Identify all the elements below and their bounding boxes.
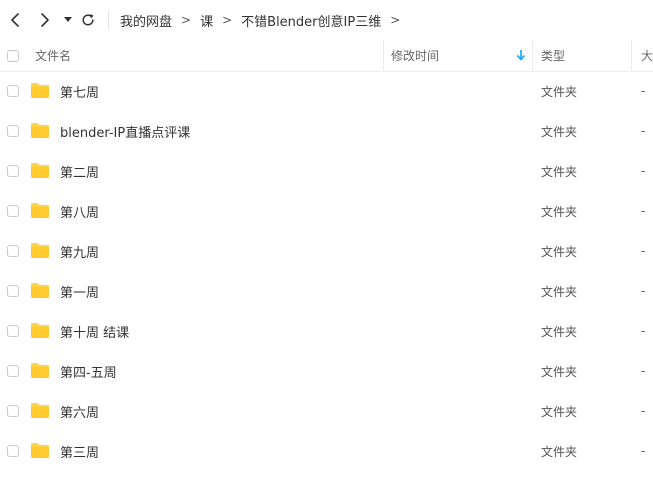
list-item[interactable]: blender-IP直播点评课 文件夹 - xyxy=(0,111,653,151)
file-size: - xyxy=(641,84,646,98)
file-name[interactable]: 第二周 xyxy=(60,151,99,191)
row-checkbox[interactable] xyxy=(7,285,19,297)
breadcrumb-separator: > xyxy=(181,13,192,27)
toolbar: 我的网盘 > 课 > 不错Blender创意IP三维 > xyxy=(0,0,653,40)
file-type: 文件夹 xyxy=(541,324,578,339)
breadcrumb-item-current[interactable]: 不错Blender创意IP三维 xyxy=(241,11,381,30)
file-name[interactable]: 第九周 xyxy=(60,231,99,271)
breadcrumb-item-course[interactable]: 课 xyxy=(200,11,213,30)
breadcrumb-separator: > xyxy=(390,13,401,27)
file-type: 文件夹 xyxy=(541,404,578,419)
dropdown-triangle-icon xyxy=(64,17,72,22)
file-name[interactable]: 第八周 xyxy=(60,191,99,231)
list-item[interactable]: 第二周 文件夹 - xyxy=(0,151,653,191)
file-size: - xyxy=(641,284,646,298)
file-type: 文件夹 xyxy=(541,284,578,299)
breadcrumb-separator: > xyxy=(222,13,233,27)
file-type: 文件夹 xyxy=(541,364,578,379)
history-dropdown-button[interactable] xyxy=(58,10,78,30)
column-header-modified[interactable]: 修改时间 xyxy=(391,40,439,71)
forward-button[interactable] xyxy=(35,10,55,30)
file-type: 文件夹 xyxy=(541,444,578,459)
row-checkbox[interactable] xyxy=(7,205,19,217)
file-name[interactable]: 第四-五周 xyxy=(60,351,117,391)
list-item[interactable]: 第一周 文件夹 - xyxy=(0,271,653,311)
column-header-name[interactable]: 文件名 xyxy=(35,40,71,71)
folder-icon xyxy=(31,363,49,378)
folder-icon xyxy=(31,83,49,98)
select-all-checkbox-cell[interactable] xyxy=(7,40,19,71)
column-divider[interactable] xyxy=(532,40,533,71)
file-type: 文件夹 xyxy=(541,84,578,99)
file-type: 文件夹 xyxy=(541,204,578,219)
select-all-checkbox[interactable] xyxy=(7,49,19,62)
list-item[interactable]: 第七周 文件夹 - xyxy=(0,71,653,111)
file-size: - xyxy=(641,364,646,378)
sort-descending-icon[interactable] xyxy=(516,49,526,61)
chevron-right-icon xyxy=(41,13,49,27)
row-checkbox[interactable] xyxy=(7,85,19,97)
folder-icon xyxy=(31,403,49,418)
file-list-header: 文件名 修改时间 类型 大 xyxy=(0,40,653,72)
row-checkbox[interactable] xyxy=(7,445,19,457)
file-size: - xyxy=(641,404,646,418)
folder-icon xyxy=(31,123,49,138)
file-size: - xyxy=(641,124,646,138)
list-item[interactable]: 第九周 文件夹 - xyxy=(0,231,653,271)
folder-icon xyxy=(31,203,49,218)
refresh-button[interactable] xyxy=(78,10,98,30)
file-name[interactable]: blender-IP直播点评课 xyxy=(60,111,190,151)
list-item[interactable]: 第十周 结课 文件夹 - xyxy=(0,311,653,351)
file-name[interactable]: 第一周 xyxy=(60,271,99,311)
list-item[interactable]: 第八周 文件夹 - xyxy=(0,191,653,231)
toolbar-divider xyxy=(108,11,109,29)
file-name[interactable]: 第三周 xyxy=(60,431,99,471)
row-checkbox[interactable] xyxy=(7,245,19,257)
folder-icon xyxy=(31,283,49,298)
back-button[interactable] xyxy=(5,10,25,30)
file-size: - xyxy=(641,164,646,178)
column-divider[interactable] xyxy=(383,40,384,71)
list-item[interactable]: 第三周 文件夹 - xyxy=(0,431,653,471)
column-header-size[interactable]: 大 xyxy=(641,40,653,71)
breadcrumb-item-root[interactable]: 我的网盘 xyxy=(120,11,172,30)
file-size: - xyxy=(641,324,646,338)
row-checkbox[interactable] xyxy=(7,165,19,177)
file-size: - xyxy=(641,444,646,458)
row-checkbox[interactable] xyxy=(7,365,19,377)
breadcrumb: 我的网盘 > 课 > 不错Blender创意IP三维 > xyxy=(120,0,409,40)
file-size: - xyxy=(641,244,646,258)
chevron-left-icon xyxy=(11,13,19,27)
file-name[interactable]: 第七周 xyxy=(60,71,99,111)
file-size: - xyxy=(641,204,646,218)
list-item[interactable]: 第六周 文件夹 - xyxy=(0,391,653,431)
row-checkbox[interactable] xyxy=(7,125,19,137)
row-checkbox[interactable] xyxy=(7,405,19,417)
file-type: 文件夹 xyxy=(541,164,578,179)
file-name[interactable]: 第六周 xyxy=(60,391,99,431)
folder-icon xyxy=(31,323,49,338)
file-type: 文件夹 xyxy=(541,124,578,139)
folder-icon xyxy=(31,443,49,458)
folder-icon xyxy=(31,243,49,258)
list-item[interactable]: 第四-五周 文件夹 - xyxy=(0,351,653,391)
column-divider[interactable] xyxy=(631,40,632,71)
row-checkbox[interactable] xyxy=(7,325,19,337)
file-type: 文件夹 xyxy=(541,244,578,259)
file-manager: 我的网盘 > 课 > 不错Blender创意IP三维 > 文件名 修改时间 类型… xyxy=(0,0,653,492)
refresh-icon xyxy=(82,14,94,26)
column-header-type[interactable]: 类型 xyxy=(541,40,565,71)
file-name[interactable]: 第十周 结课 xyxy=(60,311,129,351)
folder-icon xyxy=(31,163,49,178)
